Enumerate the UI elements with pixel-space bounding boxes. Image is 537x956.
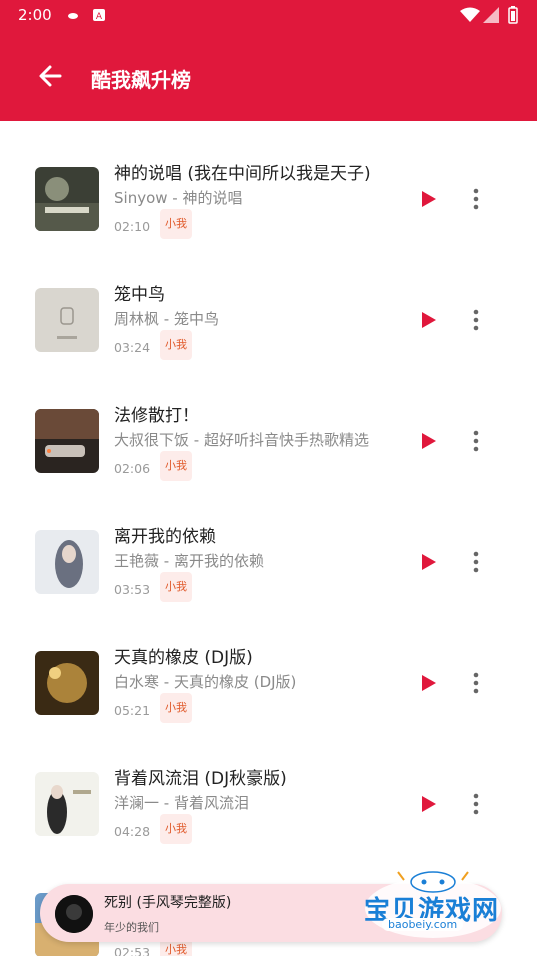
signal-icon [483, 7, 499, 23]
song-title: 天真的橡皮 (DJ版) [114, 648, 253, 668]
song-subtitle: 白水寒 - 天真的橡皮 (DJ版) [114, 673, 297, 691]
app-bar: 酷我飙升榜 [0, 40, 537, 112]
song-duration: 02:06 [114, 461, 151, 476]
album-cover [35, 288, 99, 352]
mini-player-subtitle: 年少的我们 [104, 921, 159, 934]
play-icon[interactable] [418, 673, 438, 693]
song-duration: 05:21 [114, 703, 151, 718]
more-options-icon[interactable] [466, 308, 486, 332]
mini-player-title: 死别 (手风琴完整版) [104, 895, 232, 911]
more-options-icon[interactable] [466, 429, 486, 453]
song-row[interactable]: 法修散打！ 大叔很下饭 - 超好听抖音快手热歌精选 02:06 小我 [0, 363, 537, 484]
wifi-icon [460, 7, 480, 22]
song-row[interactable]: 天真的橡皮 (DJ版) 白水寒 - 天真的橡皮 (DJ版) 05:21 小我 [0, 605, 537, 726]
app-header: 2:00 A 酷我飙升榜 [0, 0, 537, 121]
play-icon[interactable] [418, 310, 438, 330]
song-subtitle: 王艳薇 - 离开我的依赖 [114, 552, 264, 570]
quality-badge: 小我 [160, 451, 192, 481]
song-row[interactable]: 神的说唱 (我在中间所以我是天子) Sinyow - 神的说唱 02:10 小我 [0, 121, 537, 242]
song-subtitle: 洋澜一 - 背着风流泪 [114, 794, 249, 812]
song-title: 笼中鸟 [114, 285, 165, 305]
notification-icon [68, 13, 78, 19]
song-duration: 03:53 [114, 582, 151, 597]
album-cover [35, 409, 99, 473]
watermark-url: baobeiy.com [382, 918, 464, 931]
play-icon[interactable] [418, 189, 438, 209]
album-cover [35, 530, 99, 594]
song-duration: 02:53 [114, 945, 151, 956]
song-title: 神的说唱 (我在中间所以我是天子) [114, 164, 371, 184]
song-duration: 02:10 [114, 219, 151, 234]
song-subtitle: 周林枫 - 笼中鸟 [114, 310, 219, 328]
song-title: 法修散打！ [114, 406, 199, 426]
more-options-icon[interactable] [466, 671, 486, 695]
svg-text:A: A [96, 12, 103, 22]
play-icon[interactable] [418, 431, 438, 451]
page-title: 酷我飙升榜 [91, 68, 191, 92]
song-duration: 03:24 [114, 340, 151, 355]
more-options-icon[interactable] [466, 187, 486, 211]
song-list[interactable]: 神的说唱 (我在中间所以我是天子) Sinyow - 神的说唱 02:10 小我… [0, 121, 537, 956]
song-row[interactable]: 笼中鸟 周林枫 - 笼中鸟 03:24 小我 [0, 242, 537, 363]
mini-player-cover [55, 895, 93, 933]
song-subtitle: Sinyow - 神的说唱 [114, 189, 243, 207]
song-row[interactable]: 背着风流泪 (DJ秋豪版) 洋澜一 - 背着风流泪 04:28 小我 [0, 726, 537, 847]
song-title: 背着风流泪 (DJ秋豪版) [114, 769, 287, 789]
app-notification-icon: A [93, 9, 105, 22]
album-cover [35, 772, 99, 836]
back-arrow-icon[interactable] [36, 58, 64, 94]
quality-badge: 小我 [160, 693, 192, 723]
quality-badge: 小我 [160, 330, 192, 360]
status-time: 2:00 [18, 6, 52, 24]
quality-badge: 小我 [160, 572, 192, 602]
play-icon[interactable] [418, 552, 438, 572]
status-bar: 2:00 A [0, 0, 537, 32]
battery-icon [508, 6, 518, 24]
album-cover [35, 651, 99, 715]
song-duration: 04:28 [114, 824, 151, 839]
song-row[interactable]: 离开我的依赖 王艳薇 - 离开我的依赖 03:53 小我 [0, 484, 537, 605]
song-title: 离开我的依赖 [114, 527, 216, 547]
album-cover [35, 167, 99, 231]
quality-badge: 小我 [160, 814, 192, 844]
more-options-icon[interactable] [466, 550, 486, 574]
song-subtitle: 大叔很下饭 - 超好听抖音快手热歌精选 [114, 431, 369, 449]
play-icon[interactable] [418, 794, 438, 814]
quality-badge: 小我 [160, 209, 192, 239]
more-options-icon[interactable] [466, 792, 486, 816]
